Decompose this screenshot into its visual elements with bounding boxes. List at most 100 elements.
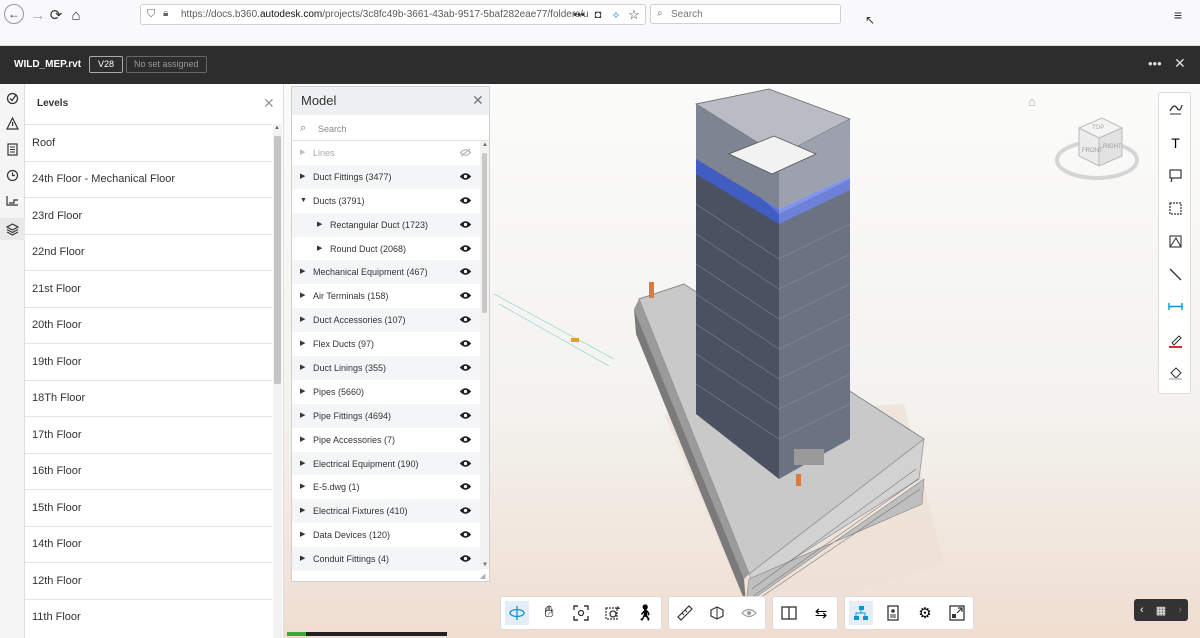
eye-icon[interactable] bbox=[460, 530, 471, 539]
tree-node[interactable]: ▼ Ducts (3791) bbox=[292, 189, 480, 213]
eye-icon[interactable] bbox=[460, 315, 471, 324]
level-item[interactable]: 19th Floor bbox=[25, 343, 272, 380]
bookmark-star-icon[interactable]: ☆ bbox=[624, 5, 644, 25]
tree-node[interactable]: ▶ Pipes (5660) bbox=[292, 380, 480, 404]
level-item[interactable]: 17th Floor bbox=[25, 416, 272, 453]
text-tool-icon[interactable]: T bbox=[1168, 135, 1183, 151]
level-item[interactable]: 12th Floor bbox=[25, 562, 272, 599]
caret-right-icon[interactable]: ▶ bbox=[300, 459, 305, 467]
cloud-rect-icon[interactable] bbox=[1168, 201, 1183, 216]
tree-node[interactable]: ▶ Pipe Fittings (4694) bbox=[292, 403, 480, 428]
caret-right-icon[interactable]: ▶ bbox=[300, 148, 305, 156]
model-browser-icon[interactable] bbox=[849, 601, 873, 625]
level-item[interactable]: 16th Floor bbox=[25, 452, 272, 490]
eye-icon[interactable] bbox=[460, 267, 471, 276]
pan-hand-icon[interactable]: ✋︎ bbox=[537, 601, 561, 625]
back-icon[interactable]: ← bbox=[4, 4, 24, 24]
eye-hidden-icon[interactable] bbox=[460, 148, 471, 157]
line-tool-icon[interactable] bbox=[1168, 267, 1183, 282]
close-icon[interactable]: ✕ bbox=[1174, 55, 1186, 72]
level-item[interactable]: 14th Floor bbox=[25, 525, 272, 563]
eye-icon[interactable] bbox=[460, 339, 471, 348]
callout-icon[interactable] bbox=[1168, 168, 1183, 183]
version-badge[interactable]: V28 bbox=[89, 56, 124, 73]
eye-icon[interactable] bbox=[460, 363, 471, 372]
levels-scrollbar[interactable]: ▲ bbox=[273, 124, 282, 638]
first-person-icon[interactable]: 🚶︎ bbox=[633, 601, 657, 625]
fit-to-view-icon[interactable] bbox=[569, 601, 593, 625]
caret-right-icon[interactable]: ▶ bbox=[300, 291, 305, 299]
eye-icon[interactable] bbox=[460, 554, 471, 563]
settings-gear-icon[interactable]: ⚙ bbox=[913, 601, 937, 625]
model-search-input[interactable]: ⌕ Search bbox=[292, 117, 489, 141]
tree-node[interactable]: ▶ Pipe Accessories (7) bbox=[292, 428, 480, 452]
fullscreen-icon[interactable] bbox=[945, 601, 969, 625]
compare-icon[interactable]: ⇆ bbox=[809, 601, 833, 625]
caret-down-icon[interactable]: ▼ bbox=[300, 197, 307, 204]
eye-icon[interactable] bbox=[460, 459, 471, 468]
model-scrollbar[interactable]: ▲ ▼ bbox=[480, 141, 489, 569]
eye-icon[interactable] bbox=[460, 291, 471, 300]
tree-node[interactable]: ▶ Duct Fittings (3477) bbox=[292, 164, 480, 189]
level-item[interactable]: 18Th Floor bbox=[25, 379, 272, 417]
tree-node[interactable]: ▶ Air Terminals (158) bbox=[292, 284, 480, 308]
view-cube[interactable]: TOP FRONT RIGHT bbox=[1054, 110, 1140, 184]
eye-icon[interactable] bbox=[460, 435, 471, 444]
eye-icon[interactable] bbox=[460, 387, 471, 396]
level-item[interactable]: 21st Floor bbox=[25, 270, 272, 307]
forward-icon[interactable]: → bbox=[28, 5, 48, 25]
tree-node[interactable]: ▶ Electrical Equipment (190) bbox=[292, 451, 480, 476]
eye-icon[interactable] bbox=[460, 196, 471, 205]
warning-icon[interactable] bbox=[5, 116, 20, 131]
eye-icon[interactable] bbox=[460, 411, 471, 420]
caret-right-icon[interactable]: ▶ bbox=[300, 506, 305, 514]
caret-right-icon[interactable]: ▶ bbox=[300, 172, 305, 180]
pocket-icon[interactable]: ◘ bbox=[588, 5, 608, 25]
tree-node[interactable]: ▶ Electrical Fixtures (410) bbox=[292, 499, 480, 524]
more-options-icon[interactable]: ••• bbox=[1148, 56, 1162, 71]
caret-right-icon[interactable]: ▶ bbox=[317, 244, 322, 252]
fill-tool-icon[interactable] bbox=[1168, 365, 1183, 380]
level-item[interactable]: Roof bbox=[25, 124, 272, 161]
eye-icon[interactable] bbox=[460, 506, 471, 515]
dimension-tool-icon[interactable] bbox=[1168, 299, 1183, 314]
grid-icon[interactable]: ▦ bbox=[1156, 604, 1166, 617]
browser-menu-icon[interactable]: ≡ bbox=[1168, 5, 1188, 25]
tree-node[interactable]: ▶ Conduit Fittings (4) bbox=[292, 547, 480, 572]
tree-node[interactable]: ▶ Data Devices (120) bbox=[292, 523, 480, 547]
pen-color-icon[interactable] bbox=[1168, 333, 1183, 348]
measure-icon[interactable] bbox=[673, 601, 697, 625]
eye-icon[interactable] bbox=[460, 482, 471, 491]
level-item[interactable]: 24th Floor - Mechanical Floor bbox=[25, 160, 272, 198]
caret-right-icon[interactable]: ▶ bbox=[300, 267, 305, 275]
caret-right-icon[interactable]: ▶ bbox=[300, 554, 305, 562]
tree-node[interactable]: ▶ Flex Ducts (97) bbox=[292, 332, 480, 356]
level-item[interactable]: 20th Floor bbox=[25, 306, 272, 344]
chevron-left-icon[interactable]: ‹ bbox=[1140, 604, 1144, 616]
sheets-icon[interactable] bbox=[5, 142, 20, 157]
browser-search-input[interactable]: ⌕ Search bbox=[650, 4, 841, 24]
reload-icon[interactable]: ⟳ bbox=[46, 5, 66, 25]
eye-icon[interactable] bbox=[460, 172, 471, 181]
scroll-up-icon[interactable]: ▲ bbox=[274, 125, 280, 131]
tree-node[interactable]: ▶ Duct Accessories (107) bbox=[292, 308, 480, 333]
scroll-up-icon[interactable]: ▲ bbox=[482, 142, 488, 148]
explode-icon[interactable] bbox=[737, 601, 761, 625]
caret-right-icon[interactable]: ▶ bbox=[300, 435, 305, 443]
tree-node[interactable]: ▶ Rectangular Duct (1723) bbox=[292, 212, 480, 237]
levels-tool-icon[interactable] bbox=[5, 193, 20, 208]
tree-node[interactable]: ▶ Round Duct (2068) bbox=[292, 237, 480, 261]
caret-right-icon[interactable]: ▶ bbox=[300, 363, 305, 371]
chevron-right-icon[interactable]: › bbox=[1178, 604, 1182, 616]
caret-right-icon[interactable]: ▶ bbox=[300, 530, 305, 538]
eye-icon[interactable] bbox=[460, 244, 471, 253]
levels-close-icon[interactable]: ✕ bbox=[263, 95, 275, 112]
split-view-icon[interactable] bbox=[777, 601, 801, 625]
section-icon[interactable] bbox=[705, 601, 729, 625]
caret-right-icon[interactable]: ▶ bbox=[300, 411, 305, 419]
level-item[interactable]: 23rd Floor bbox=[25, 197, 272, 234]
clock-icon[interactable] bbox=[5, 168, 20, 183]
caret-right-icon[interactable]: ▶ bbox=[317, 220, 322, 228]
freehand-icon[interactable] bbox=[1168, 101, 1183, 116]
caret-right-icon[interactable]: ▶ bbox=[300, 387, 305, 395]
